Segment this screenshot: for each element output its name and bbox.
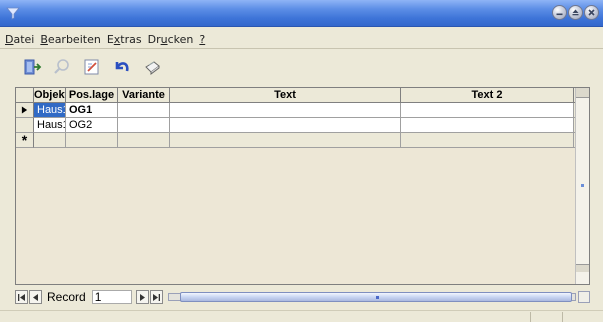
cell-objekt[interactable]: Haus1 — [34, 118, 66, 133]
edit-record-icon[interactable] — [80, 55, 104, 79]
header-selector — [16, 88, 34, 103]
scroll-grip-icon — [581, 184, 584, 187]
minimize-icon[interactable] — [552, 5, 567, 20]
menu-extras[interactable]: Extras — [106, 33, 147, 46]
scroll-up-button[interactable] — [576, 88, 589, 98]
row-selector[interactable] — [16, 118, 34, 133]
column-header-objekt[interactable]: Objekt — [34, 88, 66, 103]
funnel-icon[interactable] — [6, 6, 20, 20]
print-icon[interactable] — [140, 55, 164, 79]
cell-objekt[interactable]: Haus1 — [34, 103, 66, 118]
scroll-down-button[interactable] — [576, 264, 589, 272]
new-row-marker[interactable]: * — [16, 133, 34, 148]
cell-text[interactable] — [170, 133, 401, 148]
grip-icon — [375, 296, 379, 299]
previous-icon — [33, 293, 38, 301]
next-icon — [139, 293, 145, 301]
record-label: Record — [47, 290, 86, 304]
data-grid: Objekt Pos.lage Variante Text Text 2 Hau… — [15, 87, 590, 285]
cell-text2[interactable] — [401, 103, 574, 118]
horizontal-scrollbar[interactable] — [167, 290, 590, 304]
status-separator — [530, 312, 531, 322]
cell-text2[interactable] — [401, 118, 574, 133]
scroll-thumb[interactable] — [179, 292, 572, 302]
cell-variante[interactable] — [118, 133, 170, 148]
first-record-button[interactable] — [15, 290, 28, 304]
menu-help[interactable]: ? — [198, 33, 210, 46]
column-header-text[interactable]: Text — [170, 88, 401, 103]
cell-poslage[interactable] — [66, 133, 118, 148]
menu-datei[interactable]: Datei — [4, 33, 39, 46]
scroll-right-button[interactable] — [578, 291, 590, 303]
menu-bearbeiten[interactable]: Bearbeiten — [39, 33, 105, 46]
search-icon[interactable] — [50, 55, 74, 79]
maximize-icon[interactable] — [568, 5, 583, 20]
undo-icon[interactable] — [110, 55, 134, 79]
cell-poslage[interactable]: OG2 — [66, 118, 118, 133]
last-icon — [152, 293, 160, 301]
menu-bar: Datei Bearbeiten Extras Drucken ? — [0, 30, 603, 49]
last-record-button[interactable] — [149, 290, 163, 304]
toolbar — [0, 50, 603, 84]
new-record-row[interactable]: * — [16, 133, 588, 148]
close-icon[interactable] — [584, 5, 599, 20]
exit-door-icon[interactable] — [20, 55, 44, 79]
cell-text2[interactable] — [401, 133, 574, 148]
title-bar — [0, 0, 603, 27]
cell-objekt[interactable] — [34, 133, 66, 148]
cell-poslage[interactable]: OG1 — [66, 103, 118, 118]
table-row[interactable]: Haus1 OG1 — [16, 103, 588, 118]
vertical-scrollbar[interactable] — [575, 88, 589, 284]
cell-text[interactable] — [170, 103, 401, 118]
cell-variante[interactable] — [118, 103, 170, 118]
column-header-variante[interactable]: Variante — [118, 88, 170, 103]
menu-drucken[interactable]: Drucken — [147, 33, 199, 46]
current-row-indicator[interactable] — [16, 103, 34, 118]
cell-variante[interactable] — [118, 118, 170, 133]
header-row: Objekt Pos.lage Variante Text Text 2 — [16, 88, 588, 103]
status-separator — [562, 312, 563, 322]
first-icon — [18, 293, 25, 301]
column-header-poslage[interactable]: Pos.lage — [66, 88, 118, 103]
column-header-text2[interactable]: Text 2 — [401, 88, 574, 103]
cell-text[interactable] — [170, 118, 401, 133]
status-bar — [0, 310, 603, 322]
next-record-button[interactable] — [135, 290, 149, 304]
record-number-field[interactable]: 1 — [91, 290, 132, 304]
previous-record-button[interactable] — [29, 290, 42, 304]
record-navigator: Record 1 — [15, 288, 590, 306]
table-row[interactable]: Haus1 OG2 — [16, 118, 588, 133]
